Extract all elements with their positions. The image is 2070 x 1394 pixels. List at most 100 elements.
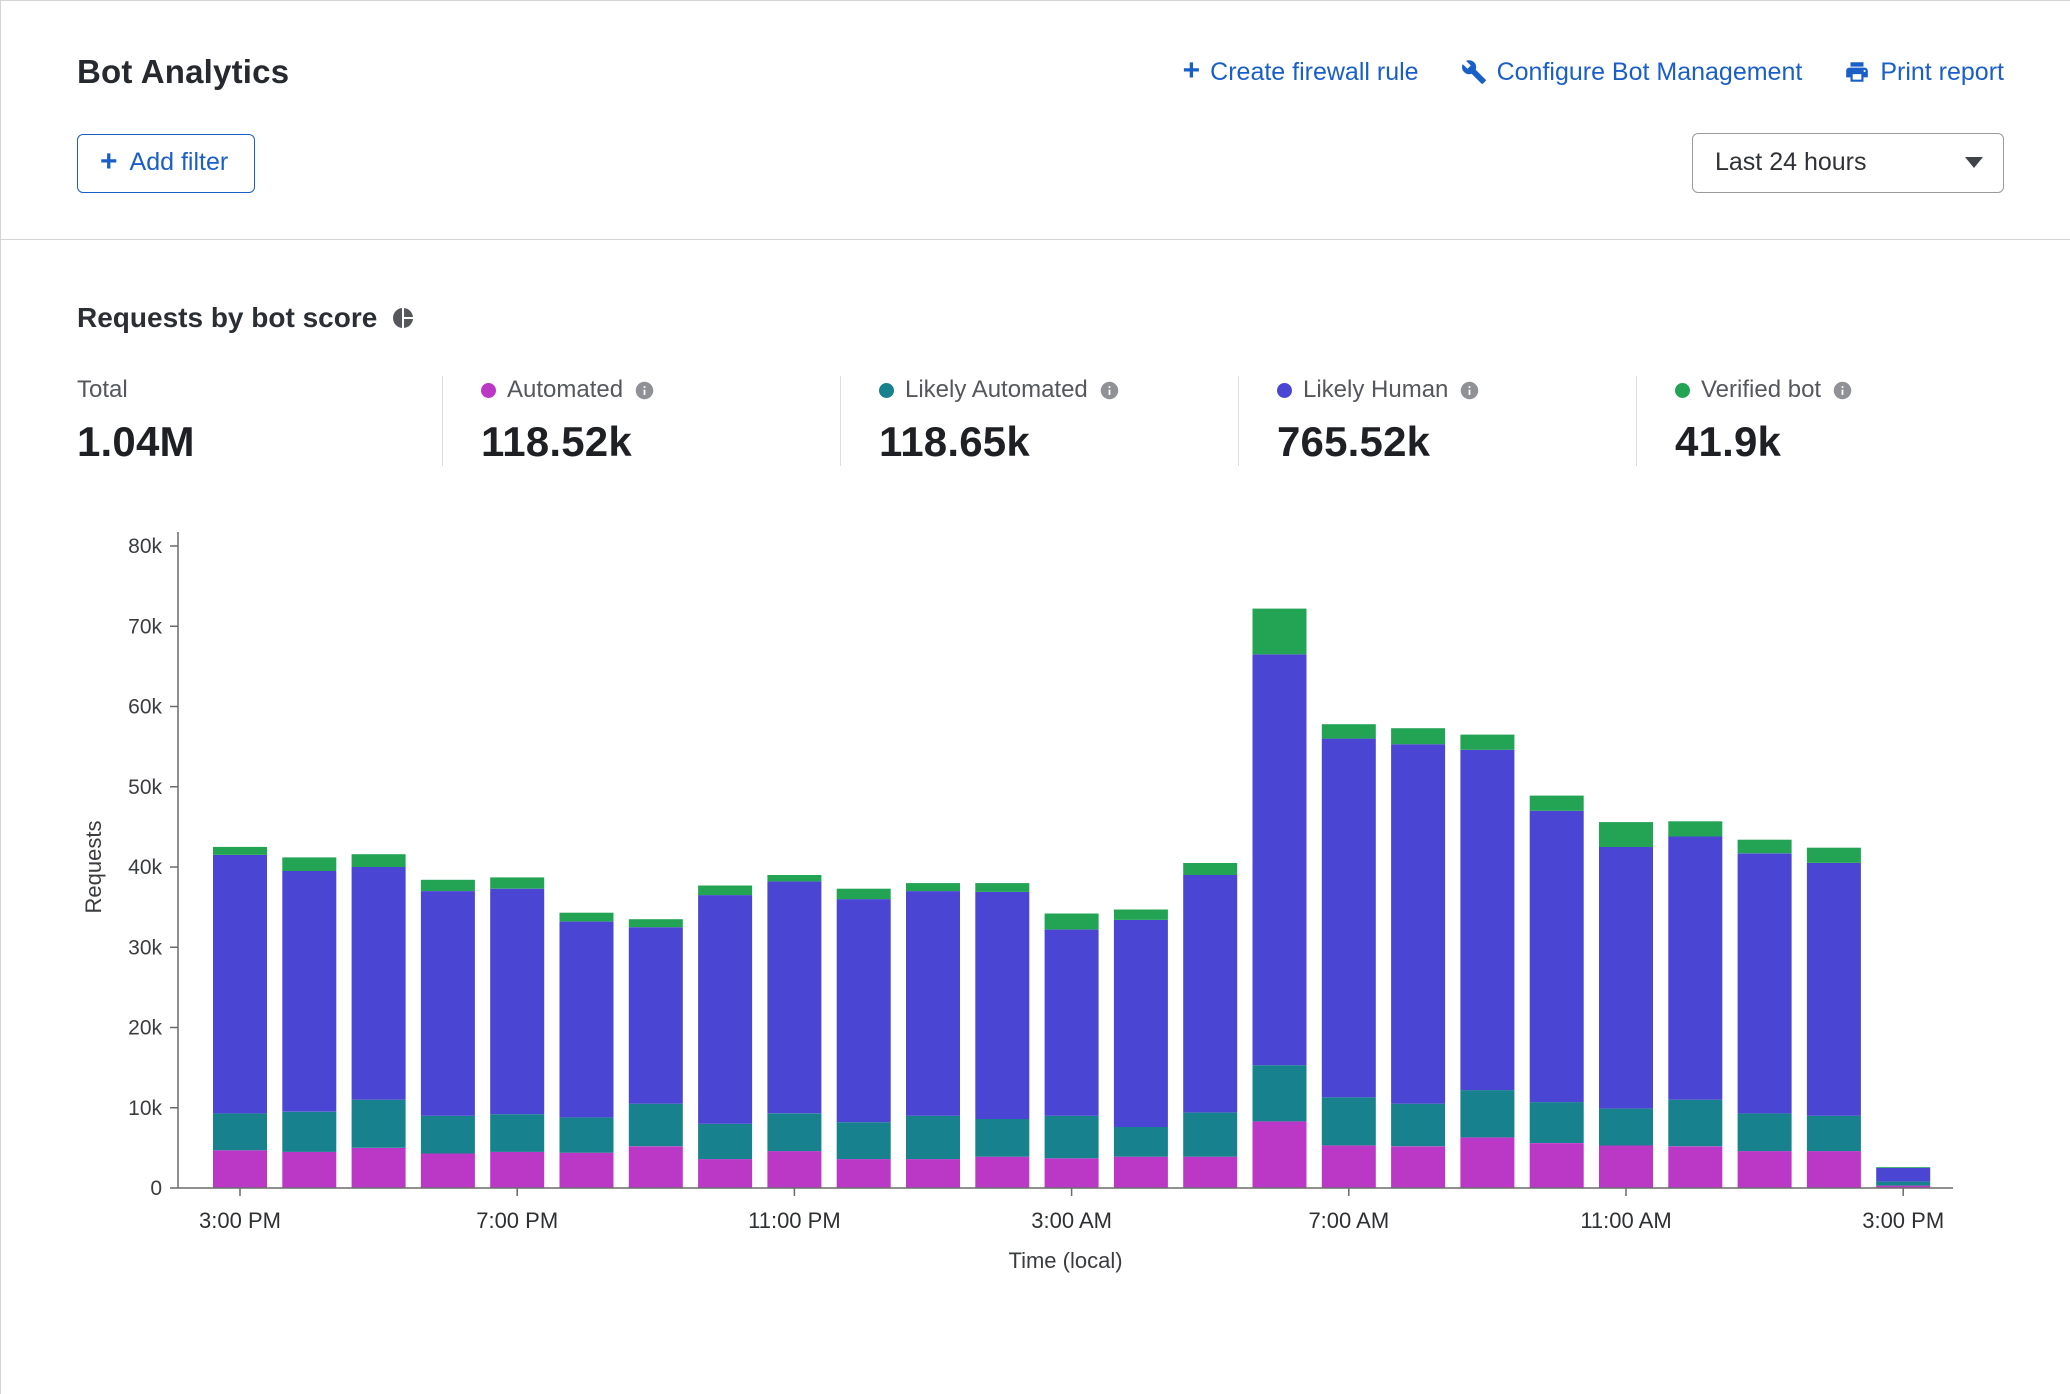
bar-segment[interactable] [1668, 1100, 1722, 1147]
bar-segment[interactable] [1391, 744, 1445, 1103]
bar-segment[interactable] [906, 891, 960, 1116]
bar-segment[interactable] [1668, 821, 1722, 836]
bar-segment[interactable] [1668, 1146, 1722, 1188]
bar-segment[interactable] [837, 899, 891, 1122]
bar-segment[interactable] [560, 913, 614, 922]
bar-segment[interactable] [1045, 914, 1099, 930]
bar-segment[interactable] [490, 1114, 544, 1152]
bar-segment[interactable] [906, 1159, 960, 1188]
bar-segment[interactable] [1253, 609, 1307, 655]
bar-segment[interactable] [213, 1113, 267, 1150]
bar-segment[interactable] [282, 871, 336, 1112]
bar-segment[interactable] [352, 1100, 406, 1148]
bar-segment[interactable] [629, 1146, 683, 1188]
bar-segment[interactable] [975, 1119, 1029, 1157]
bar-segment[interactable] [560, 922, 614, 1118]
bar-segment[interactable] [421, 1154, 475, 1189]
bar-segment[interactable] [1045, 930, 1099, 1116]
bar-segment[interactable] [1391, 1104, 1445, 1147]
bar-segment[interactable] [1530, 811, 1584, 1102]
info-icon[interactable] [1832, 380, 1853, 401]
bar-segment[interactable] [1807, 848, 1861, 863]
bar-segment[interactable] [629, 919, 683, 927]
bar-segment[interactable] [698, 895, 752, 1124]
bar-segment[interactable] [975, 892, 1029, 1119]
bar-segment[interactable] [1738, 1113, 1792, 1151]
bar-segment[interactable] [1183, 1157, 1237, 1188]
bar-segment[interactable] [1876, 1182, 1930, 1186]
bar-segment[interactable] [1322, 1146, 1376, 1189]
requests-chart[interactable]: 010k20k30k40k50k60k70k80k3:00 PM7:00 PM1… [1, 512, 2070, 1284]
bar-segment[interactable] [1530, 796, 1584, 811]
bar-segment[interactable] [560, 1117, 614, 1152]
bar-segment[interactable] [1460, 1090, 1514, 1137]
bar-segment[interactable] [1599, 822, 1653, 847]
bar-segment[interactable] [906, 883, 960, 891]
bar-segment[interactable] [1391, 728, 1445, 744]
bar-segment[interactable] [698, 1124, 752, 1159]
bar-segment[interactable] [352, 854, 406, 867]
bar-segment[interactable] [1114, 1127, 1168, 1157]
bar-segment[interactable] [629, 927, 683, 1103]
bar-segment[interactable] [1114, 1157, 1168, 1188]
bar-segment[interactable] [282, 857, 336, 871]
bar-segment[interactable] [1807, 863, 1861, 1116]
create-firewall-rule-link[interactable]: + Create firewall rule [1183, 57, 1419, 87]
bar-segment[interactable] [767, 1113, 821, 1151]
bar-segment[interactable] [975, 1157, 1029, 1188]
bar-segment[interactable] [421, 891, 475, 1116]
bar-segment[interactable] [421, 880, 475, 891]
bar-segment[interactable] [1599, 1146, 1653, 1189]
bar-segment[interactable] [213, 1150, 267, 1188]
bar-segment[interactable] [490, 1152, 544, 1188]
bar-segment[interactable] [1183, 875, 1237, 1113]
bar-segment[interactable] [1807, 1151, 1861, 1188]
bar-segment[interactable] [1114, 920, 1168, 1127]
bar-segment[interactable] [1807, 1116, 1861, 1151]
time-range-select[interactable]: Last 24 hours [1692, 133, 2004, 193]
bar-segment[interactable] [767, 1151, 821, 1188]
bar-segment[interactable] [1876, 1167, 1930, 1168]
bar-segment[interactable] [1668, 837, 1722, 1100]
bar-segment[interactable] [1322, 724, 1376, 738]
print-report-link[interactable]: Print report [1844, 58, 2004, 87]
bar-segment[interactable] [213, 847, 267, 855]
bar-segment[interactable] [698, 886, 752, 896]
bar-segment[interactable] [1530, 1102, 1584, 1143]
bar-segment[interactable] [1460, 735, 1514, 750]
bar-segment[interactable] [1738, 1151, 1792, 1188]
bar-segment[interactable] [213, 855, 267, 1113]
bar-segment[interactable] [837, 1159, 891, 1188]
bar-segment[interactable] [1599, 1109, 1653, 1146]
bar-segment[interactable] [1876, 1168, 1930, 1182]
bar-segment[interactable] [490, 877, 544, 888]
bar-segment[interactable] [1322, 1097, 1376, 1145]
bar-segment[interactable] [1391, 1146, 1445, 1188]
bar-segment[interactable] [1045, 1158, 1099, 1188]
info-icon[interactable] [634, 380, 655, 401]
bar-segment[interactable] [560, 1153, 614, 1188]
bar-segment[interactable] [1460, 750, 1514, 1090]
bar-segment[interactable] [1253, 1065, 1307, 1121]
bar-segment[interactable] [1530, 1143, 1584, 1188]
bar-segment[interactable] [1183, 863, 1237, 875]
bar-segment[interactable] [906, 1116, 960, 1159]
bar-segment[interactable] [1322, 739, 1376, 1098]
bar-segment[interactable] [490, 889, 544, 1114]
bar-segment[interactable] [1183, 1113, 1237, 1157]
bar-segment[interactable] [698, 1159, 752, 1188]
bar-segment[interactable] [767, 875, 821, 881]
bar-segment[interactable] [1460, 1137, 1514, 1188]
bar-segment[interactable] [421, 1116, 475, 1154]
configure-bot-management-link[interactable]: Configure Bot Management [1461, 58, 1803, 87]
bar-segment[interactable] [1253, 654, 1307, 1065]
add-filter-button[interactable]: + Add filter [77, 134, 255, 193]
bar-segment[interactable] [1114, 910, 1168, 920]
bar-segment[interactable] [837, 889, 891, 899]
bar-segment[interactable] [1599, 847, 1653, 1109]
bar-segment[interactable] [1253, 1121, 1307, 1188]
bar-segment[interactable] [352, 1148, 406, 1188]
bar-segment[interactable] [282, 1152, 336, 1188]
info-icon[interactable] [1459, 380, 1480, 401]
bar-segment[interactable] [1738, 853, 1792, 1113]
